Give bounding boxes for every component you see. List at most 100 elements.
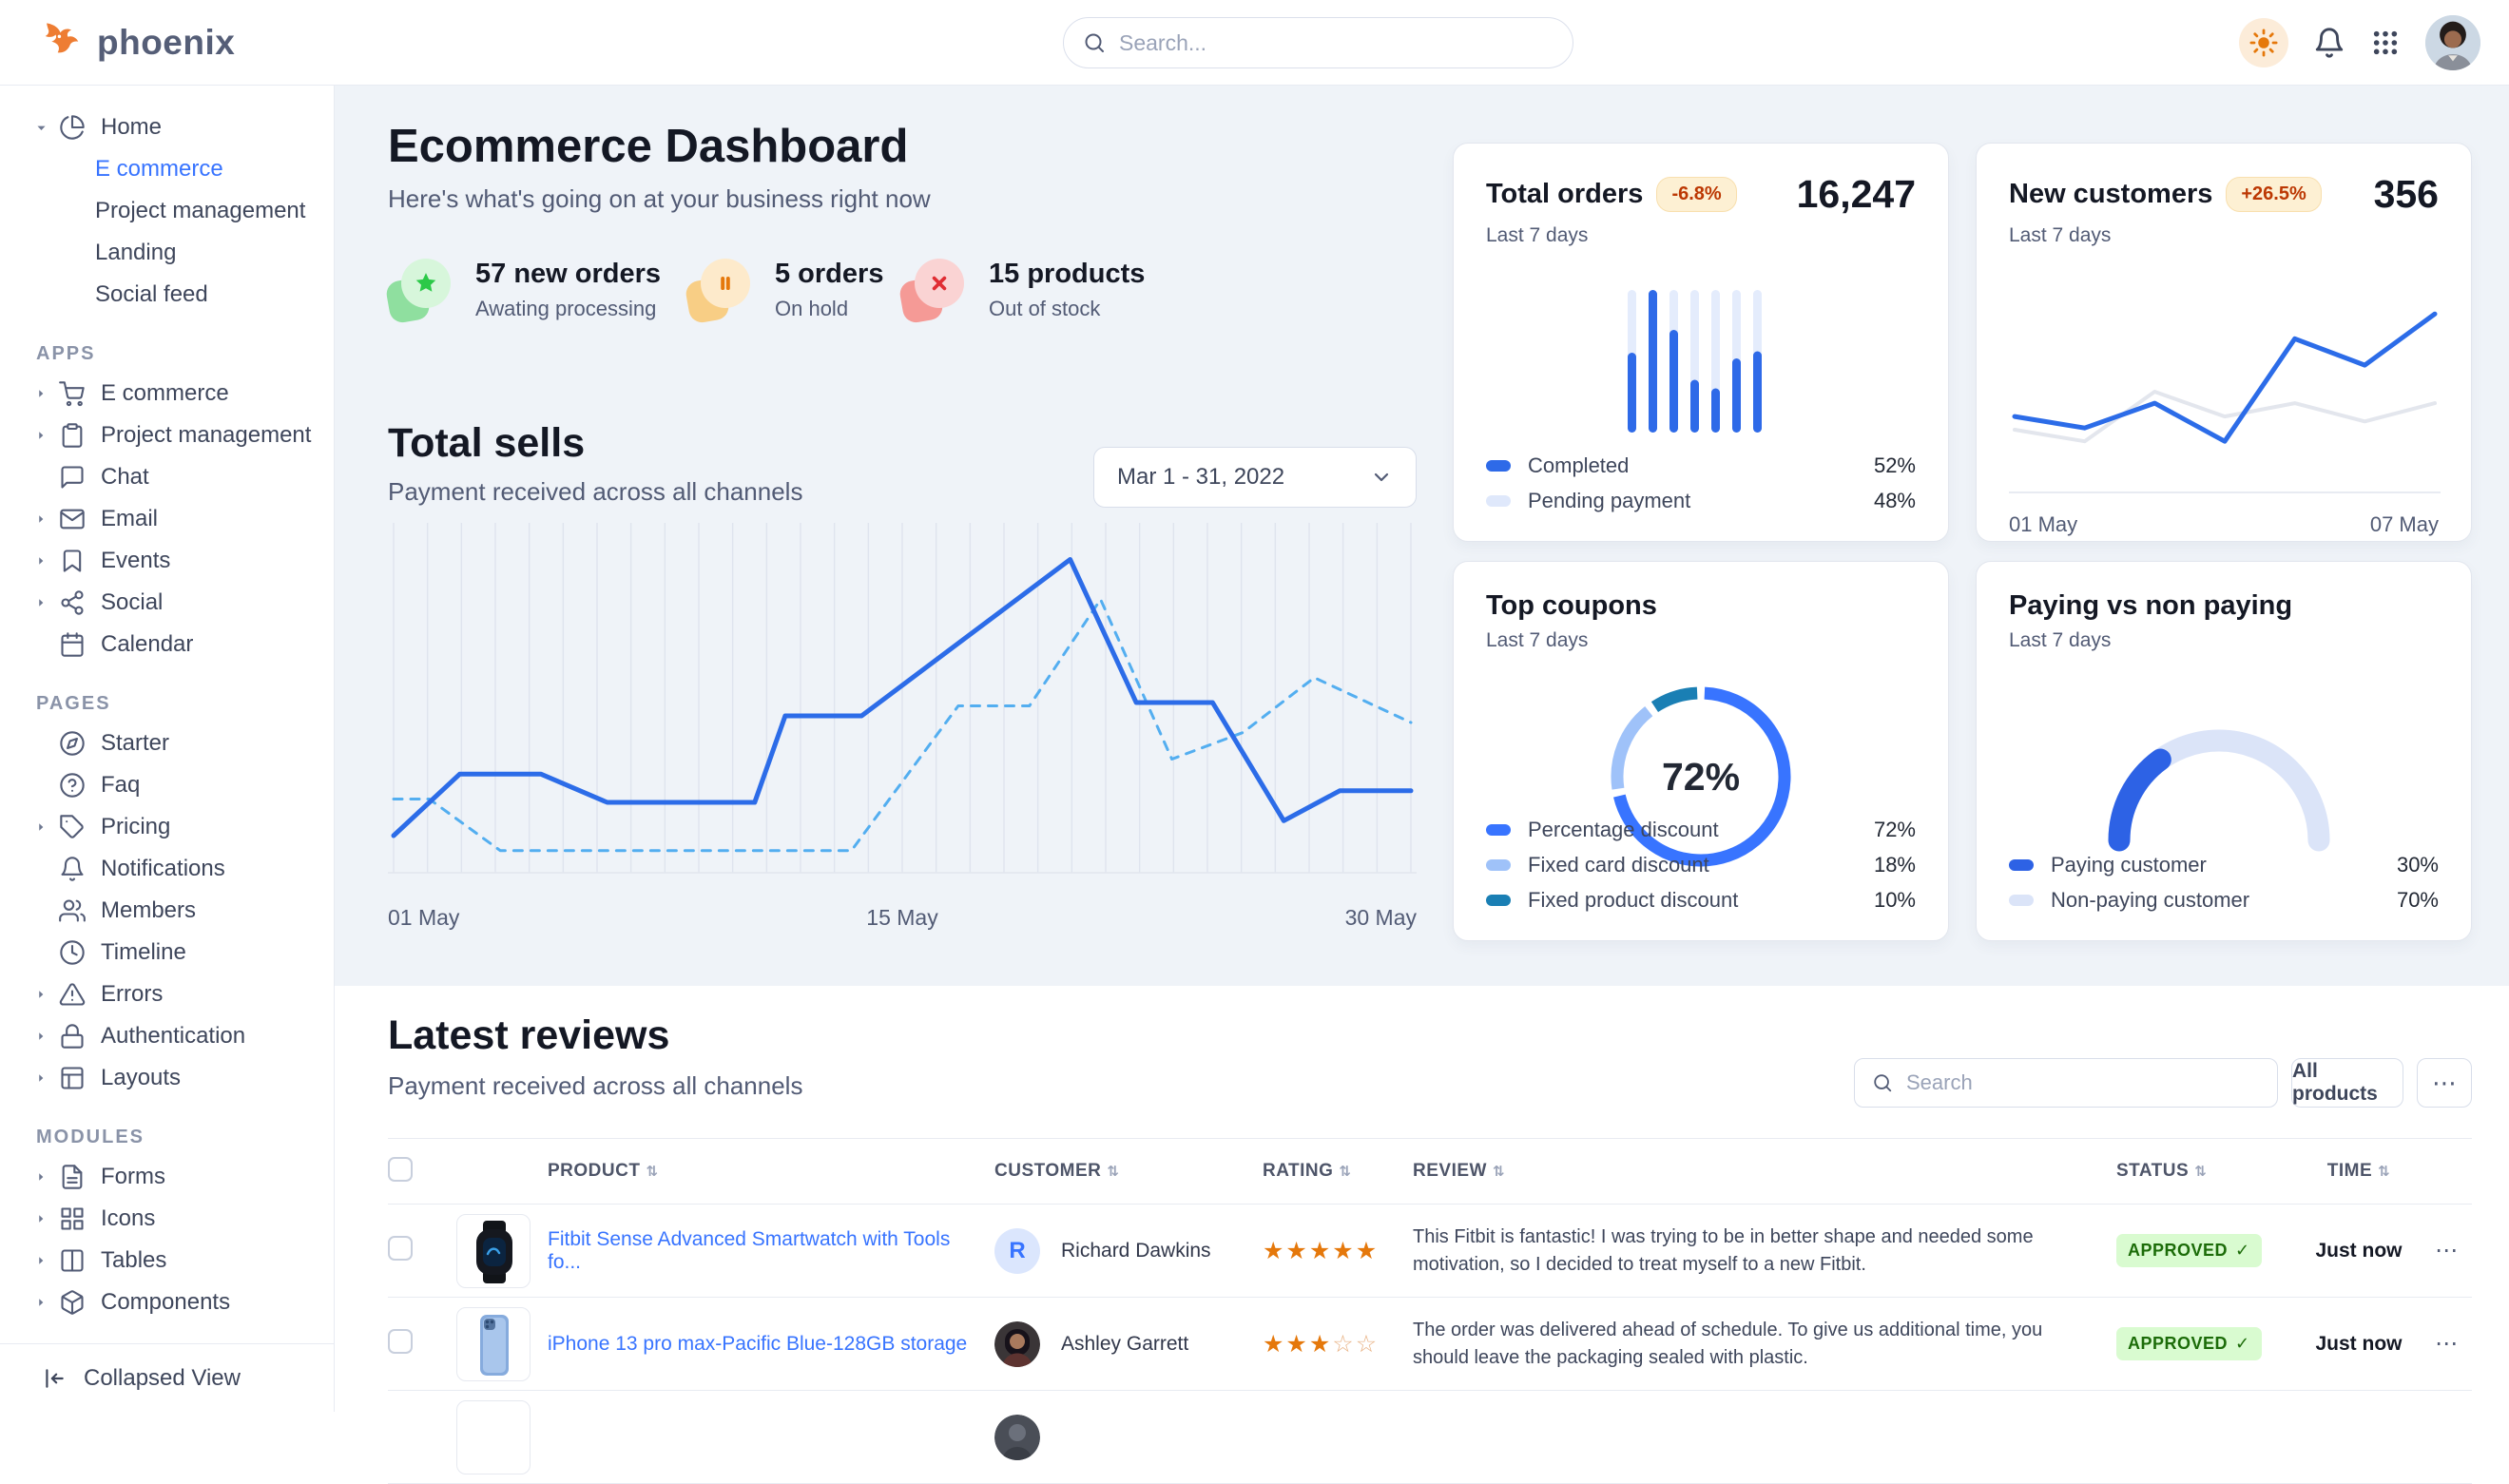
stat-subtitle: Out of stock bbox=[989, 297, 1145, 321]
column-header-status[interactable]: STATUS⇅ bbox=[2116, 1161, 2297, 1182]
status-badge: APPROVED ✓ bbox=[2116, 1234, 2262, 1267]
caret-right-icon bbox=[34, 1030, 49, 1043]
x-icon bbox=[901, 259, 964, 321]
review-text: The order was delivered ahead of schedul… bbox=[1413, 1317, 2116, 1372]
legend-swatch bbox=[1486, 460, 1511, 472]
sidebar-item-members[interactable]: Members bbox=[0, 890, 334, 932]
sidebar-item-notifications[interactable]: Notifications bbox=[0, 848, 334, 890]
sidebar-item-timeline[interactable]: Timeline bbox=[0, 932, 334, 973]
sidebar-item-label: Layouts bbox=[101, 1065, 181, 1091]
apps-grid-button[interactable] bbox=[2370, 28, 2401, 58]
caret-right-icon bbox=[34, 1071, 49, 1085]
product-thumbnail bbox=[456, 1307, 531, 1381]
lock-icon bbox=[59, 1023, 87, 1050]
brand-logo[interactable]: phoenix bbox=[40, 0, 235, 86]
sidebar-subitem-project-management[interactable]: Project management bbox=[0, 190, 334, 232]
table-row[interactable] bbox=[388, 1391, 2472, 1484]
user-avatar[interactable] bbox=[2425, 15, 2480, 70]
product-link[interactable]: Fitbit Sense Advanced Smartwatch with To… bbox=[548, 1228, 950, 1273]
sidebar-item-label: Pricing bbox=[101, 814, 170, 840]
sidebar-item-chat[interactable]: Chat bbox=[0, 456, 334, 498]
sidebar-item-components[interactable]: Components bbox=[0, 1282, 334, 1323]
paying-card: Paying vs non paying Last 7 days Paying … bbox=[1976, 561, 2472, 941]
stat-subtitle: Awating processing bbox=[475, 297, 661, 321]
product-link[interactable]: iPhone 13 pro max-Pacific Blue-128GB sto… bbox=[548, 1333, 986, 1355]
reviews-title: Latest reviews bbox=[388, 1012, 669, 1059]
all-products-button[interactable]: All products bbox=[2291, 1058, 2403, 1108]
sidebar-subitem-landing[interactable]: Landing bbox=[0, 232, 334, 274]
row-checkbox[interactable] bbox=[388, 1329, 413, 1354]
legend-row: Completed52% bbox=[1486, 448, 1916, 483]
sort-icon: ⇅ bbox=[1493, 1164, 1505, 1180]
caret-right-icon bbox=[34, 512, 49, 526]
date-range-value: Mar 1 - 31, 2022 bbox=[1117, 464, 1284, 491]
compass-icon bbox=[59, 730, 87, 757]
sidebar-item-social[interactable]: Social bbox=[0, 582, 334, 624]
caret-right-icon bbox=[34, 554, 49, 568]
sidebar-item-tables[interactable]: Tables bbox=[0, 1240, 334, 1282]
sidebar-item-authentication[interactable]: Authentication bbox=[0, 1015, 334, 1057]
customer-avatar bbox=[994, 1321, 1040, 1367]
search-icon bbox=[1872, 1072, 1893, 1093]
row-menu-button[interactable]: ⋯ bbox=[2421, 1330, 2472, 1358]
sidebar-item-label: Notifications bbox=[101, 856, 225, 882]
reviews-table: PRODUCT⇅CUSTOMER⇅RATING⇅REVIEW⇅STATUS⇅TI… bbox=[388, 1138, 2472, 1484]
collapsed-view-button[interactable]: Collapsed View bbox=[0, 1343, 334, 1412]
sidebar-item-layouts[interactable]: Layouts bbox=[0, 1057, 334, 1099]
top-coupons-card: Top coupons Last 7 days 72% Percentage d… bbox=[1453, 561, 1949, 941]
table-row[interactable]: Fitbit Sense Advanced Smartwatch with To… bbox=[388, 1205, 2472, 1298]
reviews-search-input[interactable] bbox=[1906, 1070, 2260, 1095]
customer-avatar bbox=[994, 1415, 1040, 1460]
column-header-product[interactable]: PRODUCT⇅ bbox=[548, 1161, 994, 1182]
column-header-customer[interactable]: CUSTOMER⇅ bbox=[994, 1161, 1263, 1182]
total-orders-card: Total orders -6.8% 16,247 Last 7 days Co… bbox=[1453, 143, 1949, 542]
sidebar-item-project-management[interactable]: Project management bbox=[0, 414, 334, 456]
select-all-checkbox[interactable] bbox=[388, 1157, 413, 1182]
card-title: Total orders bbox=[1486, 179, 1643, 210]
sidebar-item-pricing[interactable]: Pricing bbox=[0, 806, 334, 848]
row-menu-button[interactable]: ⋯ bbox=[2421, 1237, 2472, 1264]
sidebar-item-label: Home bbox=[101, 114, 162, 141]
sidebar-item-label: Authentication bbox=[101, 1023, 245, 1050]
sidebar-item-e-commerce[interactable]: E commerce bbox=[0, 373, 334, 414]
sidebar-item-label: Chat bbox=[101, 464, 149, 491]
orders-bar-chart bbox=[1486, 289, 1916, 434]
sidebar-item-starter[interactable]: Starter bbox=[0, 723, 334, 764]
column-header-time[interactable]: TIME⇅ bbox=[2297, 1161, 2421, 1182]
notifications-button[interactable] bbox=[2313, 27, 2345, 59]
sidebar-subitem-e-commerce[interactable]: E commerce bbox=[0, 148, 334, 190]
column-header-rating[interactable]: RATING⇅ bbox=[1263, 1161, 1413, 1182]
sidebar-item-icons[interactable]: Icons bbox=[0, 1198, 334, 1240]
legend-value: 70% bbox=[2397, 888, 2439, 913]
column-header-review[interactable]: REVIEW⇅ bbox=[1413, 1161, 2116, 1182]
legend-row: Paying customer 30% bbox=[2009, 847, 2439, 882]
sidebar-item-faq[interactable]: Faq bbox=[0, 764, 334, 806]
stat-57-new-orders: 57 new orders Awating processing bbox=[388, 259, 661, 321]
sidebar-item-events[interactable]: Events bbox=[0, 540, 334, 582]
legend-swatch bbox=[1486, 495, 1511, 507]
global-search-input[interactable] bbox=[1119, 30, 1554, 56]
table-row[interactable]: iPhone 13 pro max-Pacific Blue-128GB sto… bbox=[388, 1298, 2472, 1391]
sidebar-item-email[interactable]: Email bbox=[0, 498, 334, 540]
reviews-more-button[interactable]: ⋯ bbox=[2417, 1058, 2472, 1108]
legend-swatch bbox=[1486, 895, 1511, 906]
sidebar-item-calendar[interactable]: Calendar bbox=[0, 624, 334, 665]
row-checkbox[interactable] bbox=[388, 1236, 413, 1261]
legend-label: Fixed card discount bbox=[1528, 853, 1709, 877]
sidebar-item-errors[interactable]: Errors bbox=[0, 973, 334, 1015]
sidebar-item-forms[interactable]: Forms bbox=[0, 1156, 334, 1198]
legend-label: Paying customer bbox=[2051, 853, 2207, 877]
sort-icon: ⇅ bbox=[646, 1164, 658, 1180]
sidebar: HomeE commerceProject managementLandingS… bbox=[0, 86, 335, 1412]
sidebar-subitem-social-feed[interactable]: Social feed bbox=[0, 274, 334, 316]
theme-toggle-button[interactable] bbox=[2239, 18, 2288, 67]
x-label: 07 May bbox=[2370, 512, 2439, 537]
check-icon: ✓ bbox=[2235, 1241, 2250, 1261]
stat-title: 57 new orders bbox=[475, 259, 661, 290]
clock-icon bbox=[59, 939, 87, 966]
legend-value: 30% bbox=[2397, 853, 2439, 877]
sidebar-item-label: Email bbox=[101, 506, 158, 532]
date-range-select[interactable]: Mar 1 - 31, 2022 bbox=[1093, 447, 1417, 508]
trend-badge: +26.5% bbox=[2226, 177, 2321, 212]
sidebar-item-home[interactable]: Home bbox=[0, 106, 334, 148]
